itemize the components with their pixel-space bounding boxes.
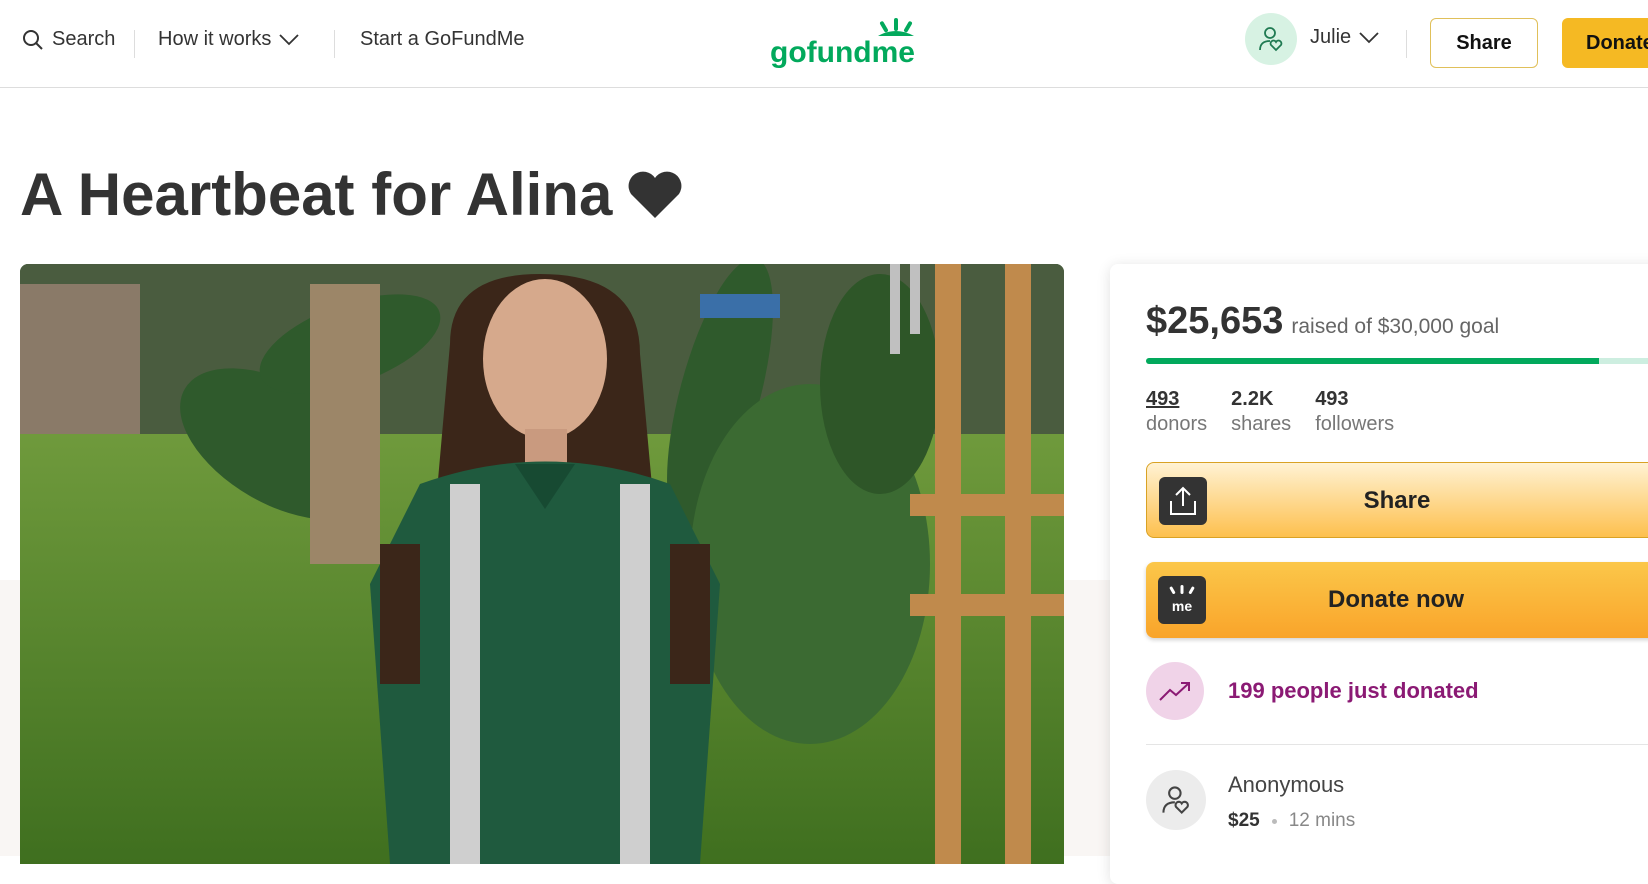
user-avatar[interactable]	[1245, 13, 1297, 65]
donation-amount: $25	[1228, 810, 1260, 831]
logo-sprout-icon	[878, 18, 914, 36]
nav-divider	[1406, 30, 1407, 58]
stat-value: 2.2K	[1231, 388, 1274, 410]
stat-label: followers	[1315, 413, 1395, 435]
raised-summary: $25,653 raised of $30,000 goal	[1146, 300, 1499, 343]
trending-up-icon	[1159, 682, 1190, 701]
campaign-photo[interactable]	[20, 264, 1064, 864]
donation-meta: $25 12 mins	[1228, 810, 1355, 832]
stat-label: shares	[1231, 413, 1292, 435]
campaign-photo-illustration	[20, 264, 1064, 864]
separator-dot	[1271, 818, 1277, 824]
stat-donors[interactable]: 493 donors	[1146, 388, 1207, 436]
trend-text: 199 people just donated	[1228, 678, 1479, 703]
donate-button-top[interactable]: Donate	[1562, 18, 1648, 68]
user-heart-icon	[1259, 27, 1283, 52]
chevron-down-icon	[279, 33, 299, 45]
recent-donors-trend: 199 people just donated	[1146, 662, 1479, 720]
search-link[interactable]: Search	[22, 28, 115, 51]
donor-heart-icon	[1162, 786, 1189, 815]
nav-divider	[334, 30, 335, 58]
share-button-label: Share	[1363, 487, 1431, 514]
user-menu[interactable]: Julie	[1310, 26, 1379, 49]
donate-now-button[interactable]: me Donate now	[1146, 562, 1648, 638]
nav-divider	[134, 30, 135, 58]
goal-text: raised of $30,000 goal	[1291, 315, 1500, 338]
donation-panel: $25,653 raised of $30,000 goal 493 donor…	[1110, 264, 1648, 884]
stat-followers: 493 followers	[1315, 388, 1394, 436]
stat-shares: 2.2K shares	[1231, 388, 1291, 436]
stat-value: 493	[1146, 388, 1180, 410]
page-title: A Heartbeat for Alina	[20, 161, 613, 228]
campaign-title-row: A Heartbeat for Alina	[20, 160, 684, 229]
how-it-works-menu[interactable]: How it works	[158, 28, 299, 51]
heart-icon	[628, 171, 682, 218]
stat-label: donors	[1146, 413, 1208, 435]
recent-donation-item: Anonymous $25 12 mins	[1146, 770, 1355, 832]
progress-bar	[1146, 358, 1648, 364]
campaign-stats: 493 donors 2.2K shares 493 followers	[1146, 388, 1418, 436]
stat-value: 493	[1315, 388, 1349, 410]
donor-avatar	[1146, 770, 1206, 830]
user-name: Julie	[1310, 26, 1352, 48]
start-gofundme-link[interactable]: Start a GoFundMe	[360, 28, 525, 51]
progress-fill	[1146, 358, 1600, 364]
donor-name: Anonymous	[1228, 772, 1345, 797]
donor-info: Anonymous $25 12 mins	[1228, 772, 1355, 832]
top-navigation: Search How it works Start a GoFundMe gof…	[0, 0, 1648, 88]
chevron-down-icon	[1359, 31, 1379, 43]
donate-now-label: Donate now	[1328, 586, 1464, 613]
trend-circle	[1146, 662, 1204, 720]
raised-amount: $25,653	[1146, 300, 1284, 342]
logo-text: gofundme	[770, 36, 915, 68]
search-label: Search	[52, 28, 116, 50]
search-icon	[23, 29, 43, 50]
gofundme-logo[interactable]: gofundme	[770, 18, 930, 68]
share-button[interactable]: Share	[1146, 462, 1648, 538]
start-label: Start a GoFundMe	[360, 28, 525, 50]
donation-time: 12 mins	[1288, 810, 1356, 831]
how-it-works-label: How it works	[158, 28, 272, 50]
panel-divider	[1146, 744, 1648, 745]
share-button-top[interactable]: Share	[1430, 18, 1538, 68]
